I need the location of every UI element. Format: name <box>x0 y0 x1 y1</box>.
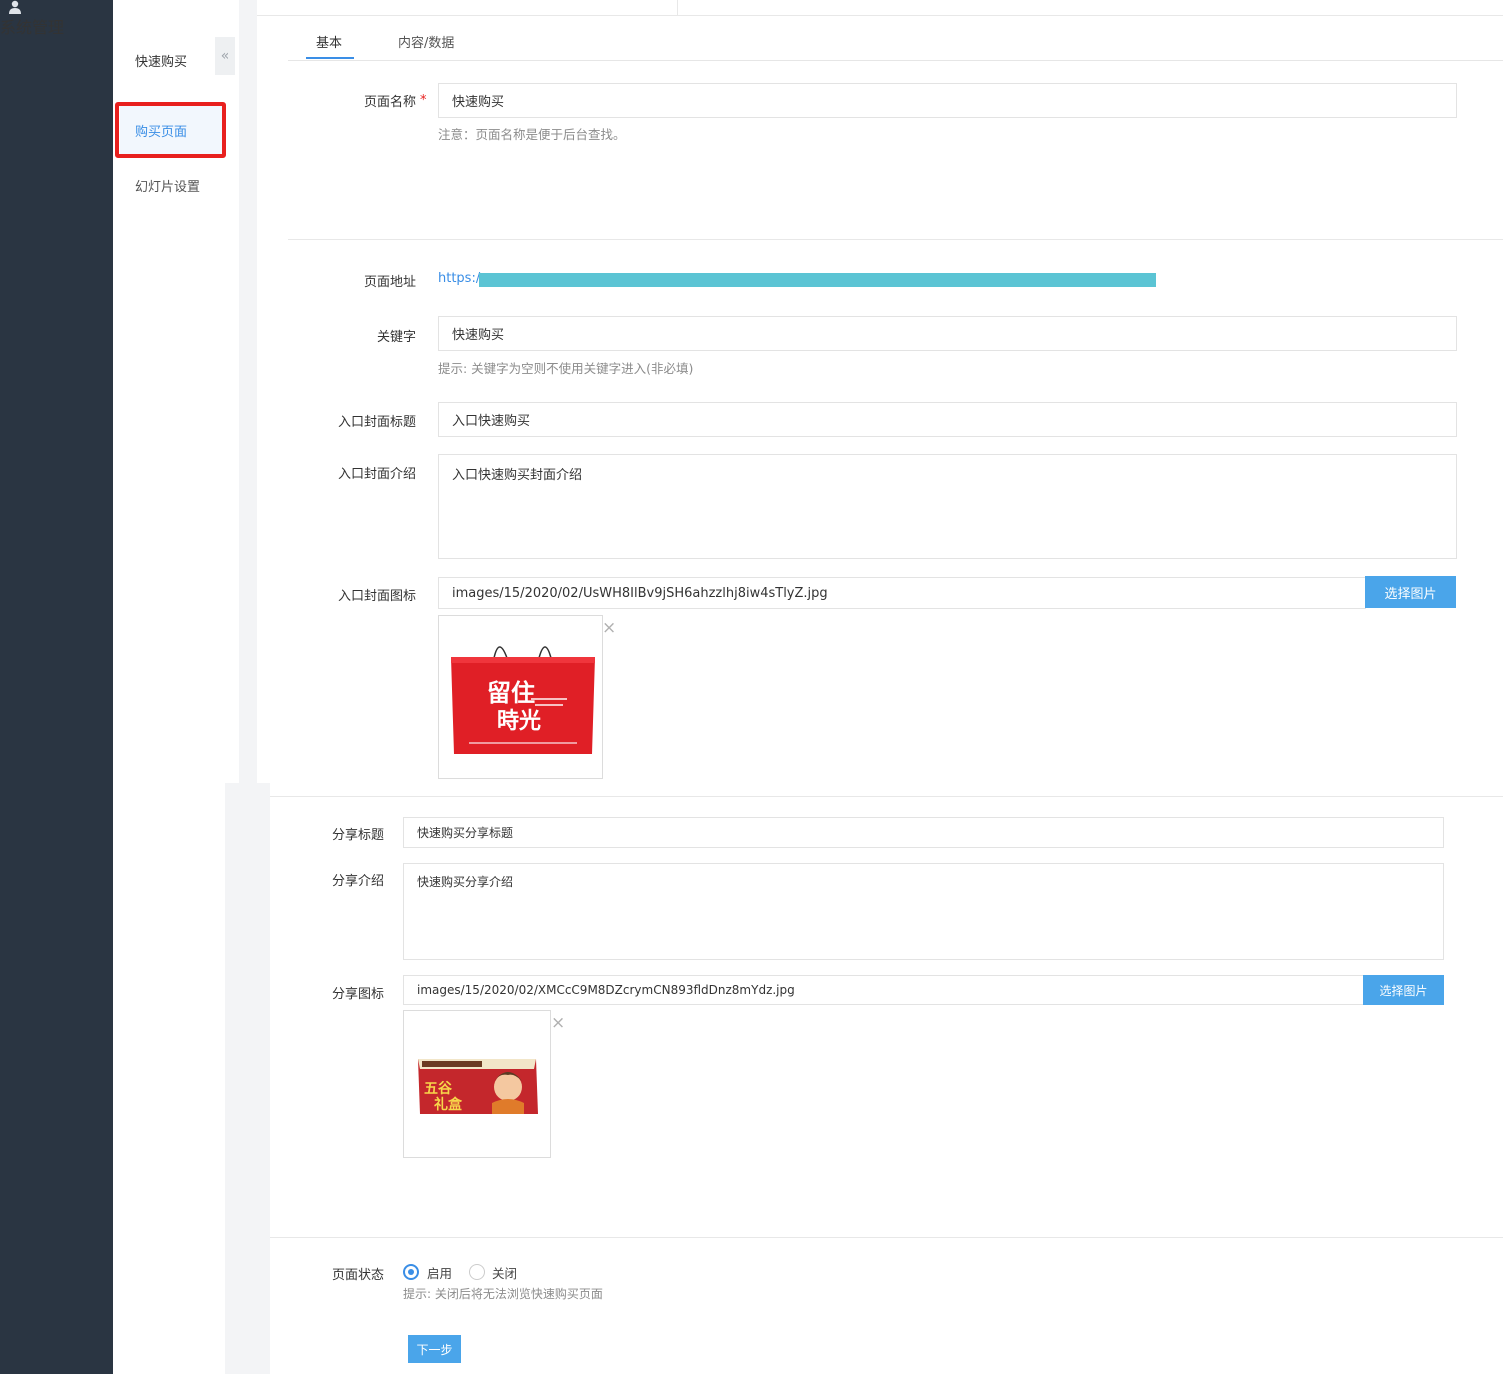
page-name-label: 页面名称 <box>330 91 416 110</box>
share-icon-select-button[interactable]: 选择图片 <box>1363 975 1444 1005</box>
status-enabled-radio[interactable] <box>403 1264 419 1280</box>
page-name-input[interactable]: 快速购买 <box>438 83 1457 118</box>
section-divider <box>270 796 1503 797</box>
page-name-label-text: 页面名称 <box>363 95 416 110</box>
svg-text:礼盒: 礼盒 <box>434 1096 463 1113</box>
subnav-item-purchase-page[interactable]: 购买页面 <box>120 105 222 155</box>
collapse-subnav-button[interactable]: « <box>215 37 235 75</box>
redacted-url <box>479 273 1156 287</box>
subnav-title: 快速购买 <box>135 55 188 70</box>
system-management[interactable]: 系统管理 <box>0 0 113 1374</box>
entry-title-label: 入口封面标题 <box>337 415 416 430</box>
active-tab-indicator <box>306 57 354 59</box>
keyword-input[interactable]: 快速购买 <box>438 316 1457 351</box>
entry-title-input[interactable]: 入口快速购买 <box>438 402 1457 437</box>
subnav-item-label: 购买页面 <box>135 124 188 140</box>
status-hint: 提示: 关闭后将无法浏览快速购买页面 <box>403 1287 603 1301</box>
share-icon-path-input[interactable]: images/15/2020/02/XMCcC9M8DZcrymCN893fld… <box>403 975 1364 1005</box>
subnav-item-label: 幻灯片设置 <box>135 179 201 195</box>
top-bar <box>113 0 1503 16</box>
red-gift-bag-image: 留住 時光 <box>451 646 595 754</box>
close-icon: × <box>602 618 617 638</box>
subnav-divider <box>239 0 257 783</box>
admin-user-icon <box>8 0 101 14</box>
tab-basic[interactable]: 基本 <box>316 32 342 51</box>
share-intro-textarea[interactable]: 快速购买分享介绍 <box>403 863 1444 960</box>
entry-icon-remove-button[interactable]: × <box>602 618 616 638</box>
system-management-label: 系统管理 <box>0 18 65 37</box>
subnav-item-slides[interactable]: 幻灯片设置 <box>120 160 222 210</box>
share-icon-label: 分享图标 <box>331 987 384 1002</box>
entry-intro-label: 入口封面介绍 <box>337 467 416 482</box>
page-url-label: 页面地址 <box>363 275 416 290</box>
next-step-button[interactable]: 下一步 <box>408 1335 461 1363</box>
share-intro-label: 分享介绍 <box>331 874 384 889</box>
share-title-input[interactable]: 快速购买分享标题 <box>403 817 1444 848</box>
entry-icon-preview: 留住 時光 <box>438 615 603 779</box>
svg-text:時光: 時光 <box>497 708 541 734</box>
close-icon: × <box>551 1013 566 1033</box>
entry-icon-select-button[interactable]: 选择图片 <box>1365 576 1456 608</box>
entry-icon-label: 入口封面图标 <box>337 589 416 604</box>
status-disabled-label: 关闭 <box>492 1266 518 1281</box>
status-disabled-radio[interactable] <box>469 1264 485 1280</box>
required-mark: * <box>420 93 427 108</box>
page-status-label: 页面状态 <box>331 1268 384 1283</box>
tab-content-data[interactable]: 内容/数据 <box>398 32 454 51</box>
page-url-link[interactable]: https:/ <box>438 271 480 286</box>
entry-icon-path-input[interactable]: images/15/2020/02/UsWH8IlBv9jSH6ahzzlhj8… <box>438 577 1366 609</box>
share-icon-remove-button[interactable]: × <box>551 1013 565 1033</box>
section-divider <box>270 1237 1503 1238</box>
form-tabs <box>288 24 1503 61</box>
gift-box-image: 五谷 礼盒 <box>418 1059 538 1114</box>
keyword-hint: 提示: 关键字为空则不使用关键字进入(非必填) <box>438 361 694 376</box>
page-name-hint: 注意：页面名称是便于后台查找。 <box>438 127 626 142</box>
share-icon-preview: 五谷 礼盒 <box>403 1010 551 1158</box>
keyword-label: 关键字 <box>376 330 416 345</box>
section-divider <box>288 239 1503 240</box>
content-gutter <box>225 783 270 1374</box>
svg-text:留住: 留住 <box>487 678 535 707</box>
status-enabled-label: 启用 <box>427 1266 453 1281</box>
svg-text:五谷: 五谷 <box>424 1081 453 1097</box>
share-title-label: 分享标题 <box>331 828 384 843</box>
entry-intro-textarea[interactable]: 入口快速购买封面介绍 <box>438 454 1457 559</box>
double-chevron-left-icon: « <box>220 48 230 64</box>
